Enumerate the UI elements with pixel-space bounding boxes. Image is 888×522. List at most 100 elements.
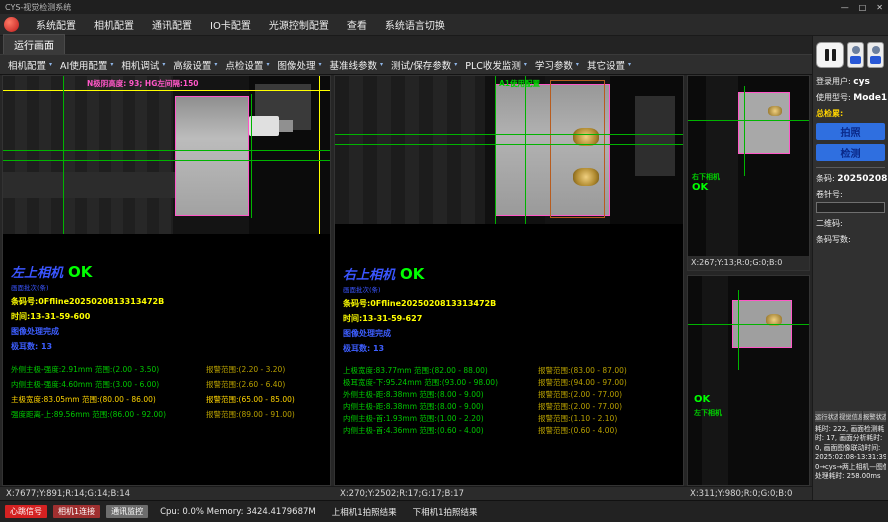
top-camera-result: 上相机1拍照结果 [332,506,397,518]
menu-item[interactable]: 相机配置 [85,15,143,34]
pause-button[interactable] [816,42,844,68]
machine-column [702,276,728,485]
engineer-mode-button[interactable] [867,42,884,68]
barcode-line: 条码号:0Ffline2025020813313472B [343,298,675,309]
overlay-green-hline [688,324,809,325]
chevron-down-icon: ▾ [454,61,457,68]
toolbar-item[interactable]: 图像处理▾ [273,56,325,74]
camera-link-indicator[interactable]: 相机1连接 [53,505,100,518]
timing-stats: 耗时: 222, 画面检测耗时: 17, 画面分析耗时:0, 画面图像联动时间:… [815,425,886,482]
camera-name: 左上相机 [11,262,63,281]
comm-monitor-indicator[interactable]: 通讯监控 [106,505,148,518]
chevron-down-icon: ▾ [110,61,113,68]
coords-small-top: X:267;Y:13;R:0;G:0;B:0 [688,256,809,270]
menu-item[interactable]: 系统配置 [27,15,85,34]
menu-item[interactable]: 查看 [338,15,376,34]
gold-contact [768,106,782,116]
bottom-camera-result: 下相机1拍照结果 [413,506,478,518]
coords-right-camera: X:270;Y:2502;R:17;G:17;B:17 [340,487,464,501]
operator-mode-button[interactable] [847,42,864,68]
toolbar-item[interactable]: 点检设置▾ [221,56,273,74]
toolbar-item[interactable]: 相机配置▾ [4,56,56,74]
timing-stat-line: 0, 画面图像联动时间: [815,444,886,454]
toolbar-item[interactable]: 高级设置▾ [169,56,221,74]
camera-image-left[interactable]: N极阴高度: 93; HG左间隔:150 [3,76,330,234]
camera-left-status: 左上相机 OK [11,262,322,281]
needle-label: 卷针号: [816,189,885,200]
sidebar-tab[interactable]: 运行状态 [815,411,838,422]
menu-item[interactable]: 通讯配置 [143,15,201,34]
overlay-yellow-hline [3,90,330,91]
measurement-list: 上极宽度:83.77mm 范围:(82.00 - 88.00) 报警范围:(83… [343,364,675,436]
minimize-button[interactable]: — [841,3,849,12]
toolbar-item[interactable]: 相机调试▾ [117,56,169,74]
small-camera-label: 左下相机 [694,408,722,418]
tab-row: 运行画面 [0,36,812,54]
toolbar-item-label: 高级设置 [173,58,211,72]
overlay-green-vline [738,290,739,370]
small-camera-column: 右下相机 OK X:267;Y:13;R:0;G:0;B:0 OK 左下相机 [687,75,810,486]
toolbar-item[interactable]: 测试/保存参数▾ [387,56,461,74]
measurement-value: 内侧主极-首:1.93mm 范围:(1.00 - 2.20) [343,413,538,424]
chevron-down-icon: ▾ [49,61,52,68]
maximize-button[interactable]: □ [859,3,867,12]
toolbar-item-label: 图像处理 [277,58,315,72]
status-ok-badge: OK [400,265,424,283]
overlay-green-hline [335,144,683,145]
timing-stat-line: 耗时: 222, 画面检测耗 [815,425,886,435]
model-select[interactable]: Mode11 [853,93,888,103]
tab-run-view[interactable]: 运行画面 [3,34,65,54]
part-connector [249,116,279,136]
toolbar-item[interactable]: 其它设置▾ [583,56,635,74]
needle-input[interactable] [816,202,885,213]
sidebar-tabs: 运行状态视觉信息报警状态 [815,411,886,422]
chevron-down-icon: ▾ [318,61,321,68]
measurement-warn-range: 报警范围:(2.00 - 77.00) [538,389,622,400]
main-area: N极阴高度: 93; HG左间隔:150 左上相机 OK 画面批次(条) 条码号… [0,75,812,486]
barcode-row: 条码: 20250208 [816,173,885,184]
measurement-warn-range: 报警范围:(2.20 - 3.20) [206,364,285,375]
overlay-green-hline [688,120,809,121]
small-camera-label: 右下相机 [692,172,720,182]
close-button[interactable]: ✕ [876,3,883,12]
status-bar: 心跳信号 相机1连接 通讯监控 Cpu: 0.0% Memory: 3424.4… [0,500,888,522]
toolbar-item-label: 相机调试 [121,58,159,72]
toolbar-item[interactable]: 学习参数▾ [531,56,583,74]
login-label: 登录用户: [816,77,851,86]
measurement-warn-range: 报警范围:(94.00 - 97.00) [538,377,627,388]
counter-box-2[interactable]: 检测 [816,144,885,161]
measurement-warn-range: 报警范围:(2.00 - 77.00) [538,401,622,412]
camera-image-small-bottom[interactable]: OK 左下相机 [688,276,809,485]
status-sub-label: 画面批次(条) [11,282,322,292]
camera-image-right[interactable]: A1使用配置 [335,76,683,224]
menu-item[interactable]: 光源控制配置 [260,15,338,34]
measurement-row: 内侧主极-强度:4.60mm 范围:(3.00 - 6.00) 报警范围:(2.… [11,377,322,392]
camera-image-small-top[interactable]: 右下相机 OK [688,76,809,256]
divider [816,167,885,168]
qr-label: 二维码: [816,218,885,229]
counter-box-1[interactable]: 拍照 [816,123,885,140]
toolbar-item-label: 学习参数 [535,58,573,72]
overlay-green-vline [251,94,252,218]
heartbeat-indicator[interactable]: 心跳信号 [5,505,47,518]
menu-item[interactable]: IO卡配置 [201,15,260,34]
chevron-down-icon: ▾ [162,61,165,68]
toolbar-item[interactable]: 基准线参数▾ [325,56,387,74]
login-value: cys [853,77,870,87]
process-line: 图像处理完成 [343,328,675,339]
sidebar-tab[interactable]: 视觉信息 [839,411,862,422]
overlay-green-hline [3,150,330,151]
measurement-value: 强度距离-上:89.56mm 范围:(86.00 - 92.00) [11,409,206,420]
toolbar-item[interactable]: PLC收发监测▾ [461,56,531,74]
menu-item[interactable]: 系统语言切换 [376,15,454,34]
sidebar-tab[interactable]: 报警状态 [863,411,886,422]
camera-right-status: 右上相机 OK [343,264,675,283]
window-controls: — □ ✕ [841,3,883,12]
measurement-value: 外侧主极-强度:2.91mm 范围:(2.00 - 3.50) [11,364,206,375]
chevron-down-icon: ▾ [266,61,269,68]
small-status-ok: OK [692,182,708,193]
measurement-value: 内侧主极-首:4.36mm 范围:(0.60 - 4.00) [343,425,538,436]
toolbar-item[interactable]: AI使用配置▾ [56,56,117,74]
overlay-yellow-vline [319,76,320,234]
part-connector-tip [279,120,293,132]
